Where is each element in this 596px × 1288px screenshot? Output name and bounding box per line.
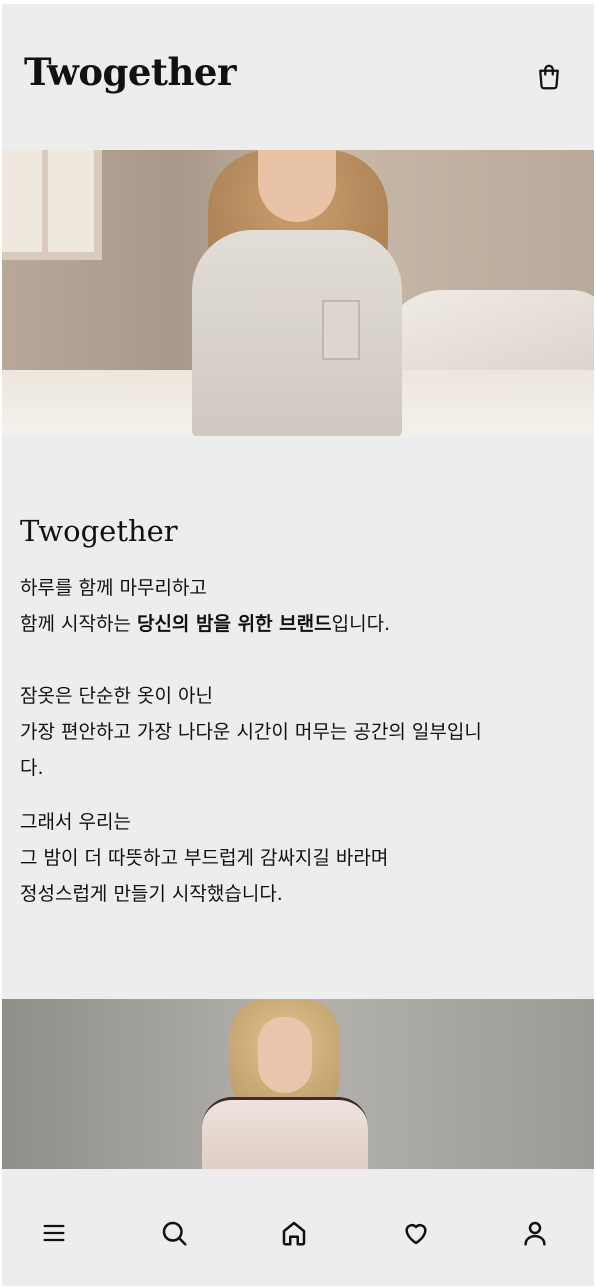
heart-icon [405, 1224, 427, 1245]
tab-home[interactable] [272, 1211, 316, 1255]
p3-line-3: 정성스럽게 만들기 시작했습니다. [20, 883, 283, 905]
p3-line-1: 그래서 우리는 [20, 811, 131, 833]
tab-search[interactable] [152, 1211, 196, 1255]
bottom-tab-bar [2, 1169, 594, 1286]
intro-section: Twogether 하루를 함께 마무리하고 함께 시작하는 당신의 밤을 위한… [2, 436, 594, 998]
window-shape [2, 150, 102, 260]
app-frame: Twogether Twogether 하루를 함께 마무리하고 함께 시작하는… [2, 4, 594, 1286]
header: Twogether [2, 4, 594, 150]
p1-line-2-end: 입니다. [331, 613, 391, 635]
tab-wishlist[interactable] [394, 1211, 438, 1255]
p3-line-2: 그 밤이 더 따뜻하고 부드럽게 감싸지길 바라며 [20, 847, 389, 869]
second-photo [2, 999, 594, 1169]
tab-account[interactable] [513, 1211, 557, 1255]
section-title: Twogether [20, 514, 178, 548]
intro-paragraph-3: 그래서 우리는 그 밤이 더 따뜻하고 부드럽게 감싸지길 바라며 정성스럽게 … [20, 804, 576, 912]
p1-line-2: 함께 시작하는 당신의 밤을 위한 브랜드입니다. [20, 606, 576, 642]
p2-line-1: 잠옷은 단순한 옷이 아닌 [20, 685, 213, 707]
p2-line-2: 가장 편안하고 가장 나다운 시간이 머무는 공간의 일부입니 [20, 721, 482, 743]
shopping-bag-icon [539, 64, 559, 90]
menu-icon [43, 1224, 65, 1242]
hero-image [2, 150, 594, 436]
intro-paragraph-1: 하루를 함께 마무리하고 함께 시작하는 당신의 밤을 위한 브랜드입니다. [20, 570, 576, 642]
cart-button[interactable] [532, 60, 566, 94]
p1-line-1: 하루를 함께 마무리하고 [20, 577, 207, 599]
shirt-shape [202, 1097, 368, 1169]
tab-menu[interactable] [32, 1211, 76, 1255]
model-figure [182, 150, 412, 436]
p1-line-2-start: 함께 시작하는 [20, 613, 137, 635]
p1-line-2-bold: 당신의 밤을 위한 브랜드 [136, 613, 332, 635]
brand-logo[interactable]: Twogether [24, 50, 236, 94]
home-icon [282, 1221, 306, 1246]
p2-line-3: 다. [20, 757, 44, 779]
face-shape [258, 1017, 312, 1093]
search-icon [162, 1221, 187, 1246]
shirt-shape [192, 230, 402, 436]
pocket-shape [322, 300, 360, 360]
user-icon [524, 1221, 546, 1246]
intro-paragraph-2: 잠옷은 단순한 옷이 아닌 가장 편안하고 가장 나다운 시간이 머무는 공간의… [20, 678, 576, 786]
